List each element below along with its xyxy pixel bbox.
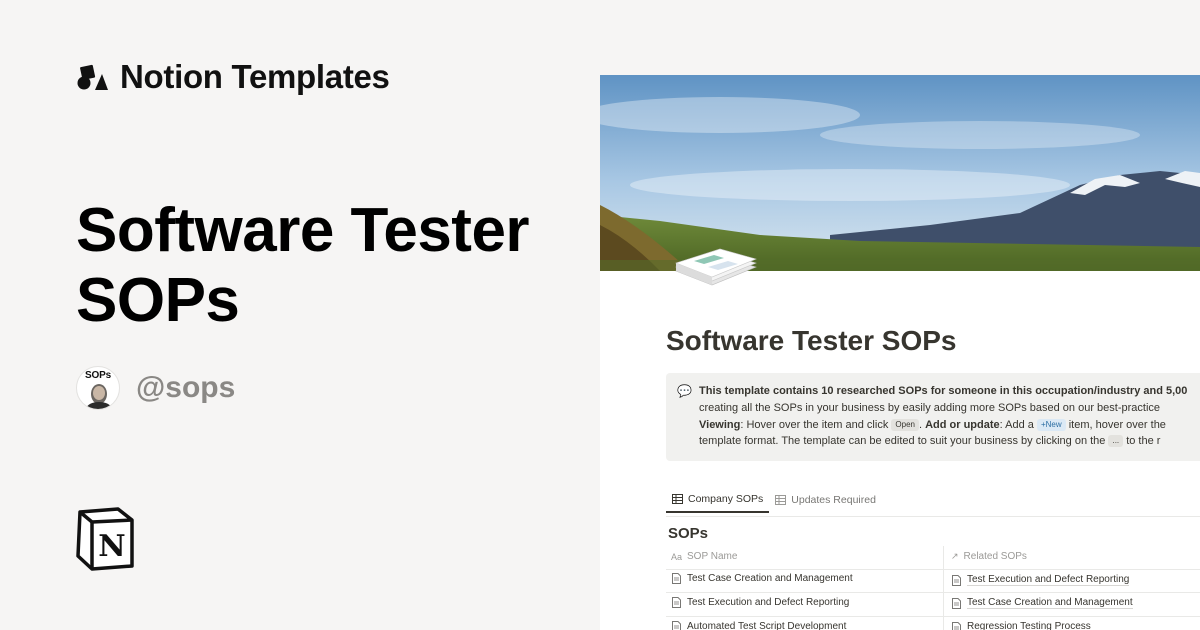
brand-name: Notion Templates (120, 58, 390, 95)
text-property-icon: Aa (671, 551, 683, 562)
column-divider (943, 546, 944, 630)
document-icon (952, 574, 961, 586)
shapes-logo-icon (77, 64, 108, 90)
new-chip: +New (1036, 418, 1066, 431)
author-handle[interactable]: @sops (136, 371, 235, 405)
database-tabs: Company SOPs Updates Required (666, 493, 882, 513)
callout-line-3: Viewing: Hover over the item and click O… (699, 418, 1166, 431)
speech-bubble-icon: 💬 (677, 384, 692, 398)
table-row-related[interactable]: Regression Testing Process (952, 621, 1091, 630)
column-header-related-sops[interactable]: ↗ Related SOPs (951, 551, 1027, 562)
tabs-divider (666, 516, 1200, 517)
brand[interactable]: Notion Templates (76, 58, 390, 96)
document-icon (672, 573, 681, 584)
notion-page-preview[interactable]: Software Tester SOPs 💬 This template con… (600, 75, 1200, 630)
row-divider (666, 569, 1200, 570)
notion-logo-letter: N (98, 529, 125, 564)
database-title: SOPs (668, 525, 709, 542)
callout-line-1: This template contains 10 researched SOP… (699, 385, 1188, 397)
callout-line-2: creating all the SOPs in your business b… (699, 401, 1161, 414)
table-row-name[interactable]: Test Execution and Defect Reporting (672, 597, 849, 608)
document-icon (952, 597, 961, 609)
avatar-label: SOPs (85, 370, 111, 381)
table-row-related[interactable]: Test Case Creation and Management (952, 597, 1133, 609)
document-icon (672, 621, 681, 630)
table-icon (672, 494, 683, 504)
document-icon (672, 597, 681, 608)
callout: 💬 This template contains 10 researched S… (666, 373, 1200, 461)
row-divider (666, 616, 1200, 617)
page-title: Software Tester SOPs (666, 325, 957, 356)
table-row-name[interactable]: Automated Test Script Development (672, 621, 846, 630)
callout-line-4: template format. The template can be edi… (699, 435, 1161, 448)
template-title: Software Tester SOPs (76, 196, 530, 335)
relation-arrow-icon: ↗ (951, 551, 959, 561)
avatar[interactable]: SOPs (76, 366, 120, 410)
tab-company-sops[interactable]: Company SOPs (666, 493, 770, 513)
column-header-sop-name[interactable]: Aa SOP Name (671, 551, 737, 562)
author[interactable]: SOPs @sops (76, 366, 235, 410)
table-row-name[interactable]: Test Case Creation and Management (672, 573, 853, 584)
open-chip: Open (891, 418, 919, 431)
row-divider (666, 592, 1200, 593)
notion-logo-icon: N (76, 507, 134, 571)
document-icon (952, 621, 961, 630)
table-row-related[interactable]: Test Execution and Defect Reporting (952, 574, 1130, 586)
more-chip: ... (1108, 435, 1124, 448)
table-icon (775, 495, 787, 505)
tab-updates-required[interactable]: Updates Required (769, 493, 882, 513)
stack-of-papers-icon (675, 248, 757, 286)
